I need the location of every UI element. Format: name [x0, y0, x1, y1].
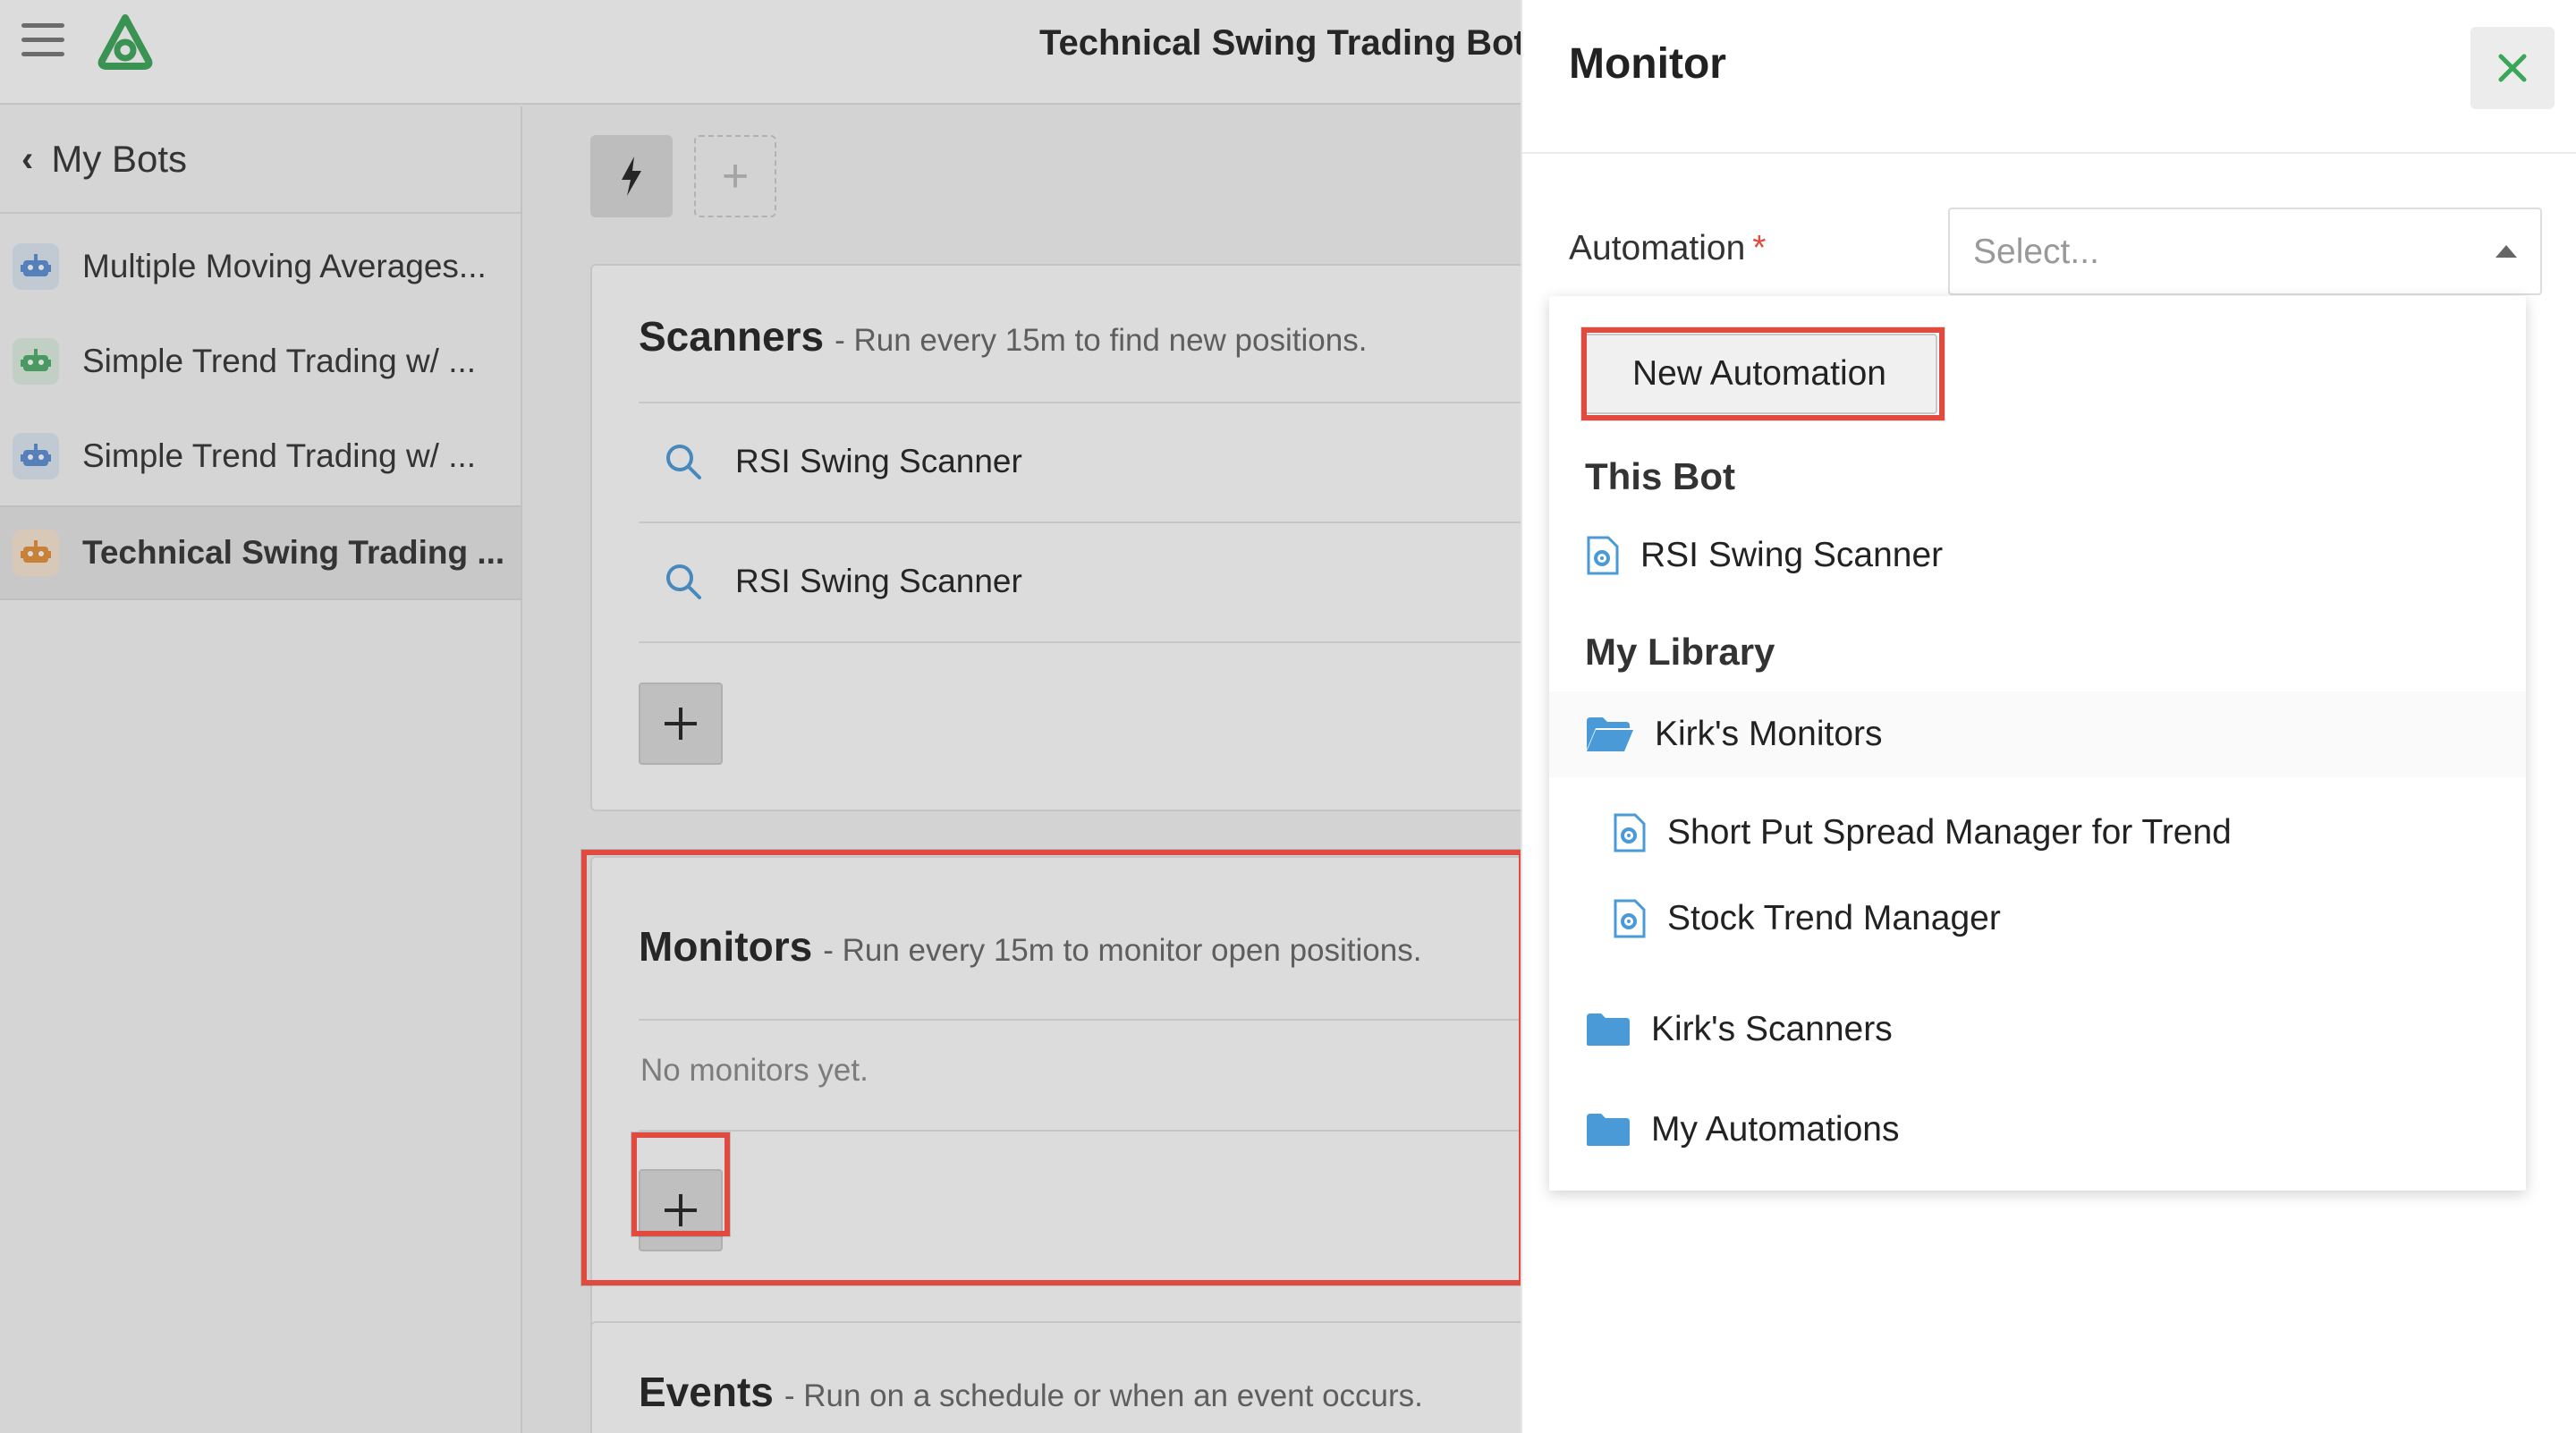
new-automation-highlight — [1581, 327, 1945, 420]
folder-icon — [1585, 1112, 1631, 1148]
folder-label: Kirk's Monitors — [1655, 715, 1883, 753]
drawer-title: Monitor — [1569, 40, 1726, 88]
automation-gear-icon — [1583, 535, 1621, 576]
option-label: Short Put Spread Manager for Trend — [1667, 813, 2232, 852]
my-library-header: My Library — [1585, 631, 1775, 673]
dropdown-option[interactable]: Short Put Spread Manager for Trend — [1549, 790, 2526, 876]
dropdown-option[interactable]: Stock Trend Manager — [1549, 876, 2526, 962]
folder-kirks-scanners[interactable]: Kirk's Scanners — [1549, 987, 2526, 1073]
automation-gear-icon — [1610, 898, 1648, 939]
option-label: RSI Swing Scanner — [1640, 536, 1944, 574]
automation-dropdown-menu: New Automation This Bot RSI Swing Scanne… — [1549, 296, 2526, 1191]
add-monitor-highlight — [631, 1132, 730, 1236]
folder-my-automations[interactable]: My Automations — [1549, 1087, 2526, 1173]
close-button[interactable] — [2470, 27, 2555, 109]
automation-label-text: Automation — [1569, 229, 1746, 267]
dropdown-option[interactable]: RSI Swing Scanner — [1549, 513, 2526, 598]
automation-gear-icon — [1610, 812, 1648, 853]
drawer-header: Monitor — [1522, 0, 2576, 154]
folder-icon — [1585, 1012, 1631, 1047]
automation-select[interactable]: Select... — [1948, 208, 2542, 295]
close-icon — [2498, 54, 2527, 82]
caret-up-icon — [2496, 245, 2517, 258]
option-label: Stock Trend Manager — [1667, 899, 2001, 937]
folder-open-icon — [1585, 716, 1635, 753]
folder-label: My Automations — [1651, 1110, 1900, 1149]
required-mark: * — [1752, 229, 1767, 267]
folder-kirks-monitors[interactable]: Kirk's Monitors — [1549, 691, 2526, 777]
this-bot-header: This Bot — [1585, 455, 1735, 497]
folder-label: Kirk's Scanners — [1651, 1010, 1893, 1048]
select-placeholder: Select... — [1973, 233, 2099, 271]
automation-field-label: Automation * — [1569, 229, 1766, 268]
